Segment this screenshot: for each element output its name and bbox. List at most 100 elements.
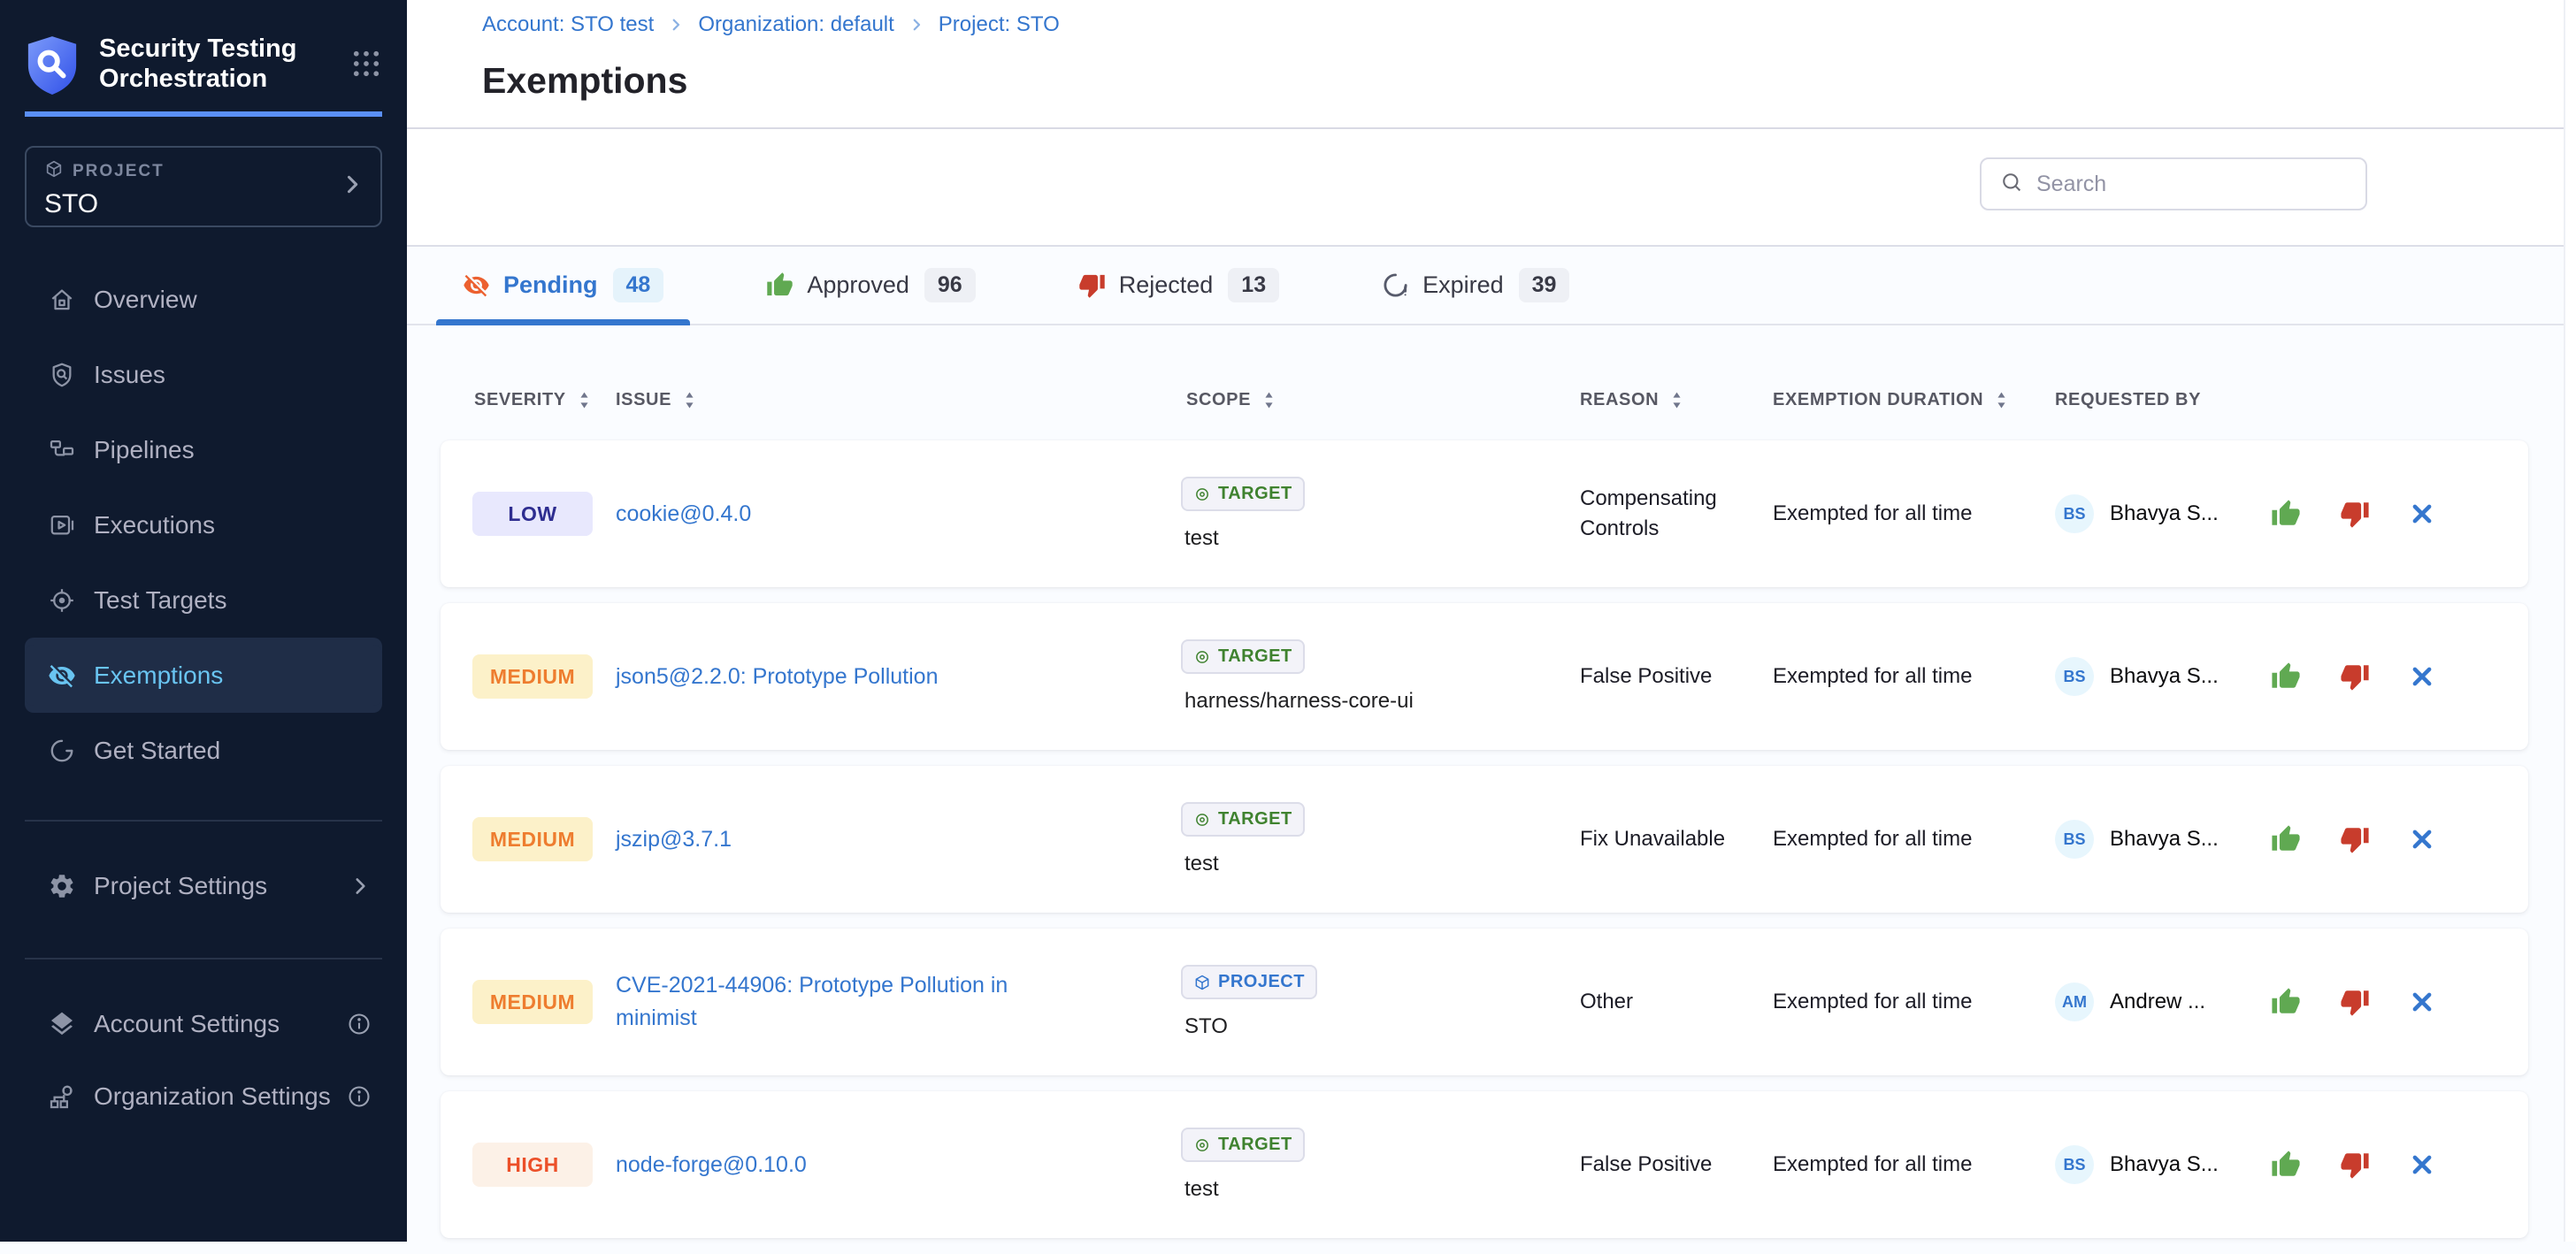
- sidebar-item-issues[interactable]: Issues: [25, 337, 382, 412]
- column-header-scope[interactable]: SCOPE: [1186, 390, 1580, 410]
- reject-button[interactable]: [2340, 824, 2370, 854]
- target-scope-icon: [1193, 811, 1211, 829]
- issue-cell: json5@2.2.0: Prototype Pollution: [616, 661, 1186, 693]
- severity-cell: HIGH: [441, 1143, 616, 1187]
- column-header-exemption-duration[interactable]: EXEMPTION DURATION: [1773, 390, 2055, 410]
- sort-icon[interactable]: [579, 390, 590, 410]
- column-header-issue[interactable]: ISSUE: [616, 390, 1186, 410]
- reject-button[interactable]: [2340, 499, 2370, 529]
- tab-count-badge: 39: [1519, 268, 1570, 302]
- duration-cell: Exempted for all time: [1773, 501, 2055, 526]
- scope-name: STO: [1181, 1014, 1228, 1039]
- cube-icon: [1193, 974, 1211, 991]
- scope-name: test: [1181, 852, 1219, 876]
- sidebar-item-overview[interactable]: Overview: [25, 262, 382, 337]
- project-selector-name: STO: [44, 189, 363, 219]
- approve-button[interactable]: [2271, 499, 2301, 529]
- issue-link[interactable]: jszip@3.7.1: [616, 823, 732, 856]
- approve-button[interactable]: [2271, 987, 2301, 1017]
- cancel-button[interactable]: [2409, 501, 2435, 527]
- severity-cell: MEDIUM: [441, 654, 616, 699]
- requested-by-cell: BSBhavya S...: [2055, 657, 2250, 696]
- sort-icon[interactable]: [1263, 390, 1275, 410]
- sidebar-item-get-started[interactable]: Get Started: [25, 713, 382, 788]
- eye-off-icon: [463, 271, 490, 299]
- sort-icon[interactable]: [1996, 390, 2007, 410]
- requester-name: Bhavya S...: [2110, 1152, 2219, 1177]
- scrollbar-track[interactable]: [2564, 0, 2576, 1242]
- sidebar-item-organization-settings[interactable]: Organization Settings: [25, 1060, 382, 1133]
- exemption-row[interactable]: MEDIUMjson5@2.2.0: Prototype PollutionTA…: [441, 603, 2528, 750]
- scope-name: test: [1181, 1177, 1219, 1202]
- sidebar-item-executions[interactable]: Executions: [25, 487, 382, 562]
- exemption-row[interactable]: MEDIUMjszip@3.7.1TARGETtestFix Unavailab…: [441, 766, 2528, 913]
- exemption-row[interactable]: HIGHnode-forge@0.10.0TARGETtestFalse Pos…: [441, 1091, 2528, 1238]
- cancel-button[interactable]: [2409, 1151, 2435, 1178]
- breadcrumb-link[interactable]: Organization: default: [698, 12, 893, 37]
- tab-label: Pending: [503, 271, 598, 299]
- sidebar-item-label: Test Targets: [94, 586, 226, 615]
- tab-count-badge: 13: [1228, 268, 1279, 302]
- column-header-requested-by: REQUESTED BY: [2055, 390, 2250, 410]
- breadcrumb-link[interactable]: Project: STO: [939, 12, 1060, 37]
- sidebar-item-test-targets[interactable]: Test Targets: [25, 562, 382, 638]
- scope-name: harness/harness-core-ui: [1181, 689, 1414, 714]
- tab-label: Expired: [1422, 271, 1504, 299]
- column-header-reason[interactable]: REASON: [1580, 390, 1773, 410]
- project-cube-icon: [44, 159, 64, 183]
- approve-button[interactable]: [2271, 824, 2301, 854]
- app-grid-icon[interactable]: [350, 48, 382, 84]
- issue-link[interactable]: cookie@0.4.0: [616, 498, 751, 531]
- reject-button[interactable]: [2340, 661, 2370, 692]
- eye-off-icon: [48, 661, 76, 690]
- column-header-severity[interactable]: SEVERITY: [441, 390, 616, 410]
- reject-button[interactable]: [2340, 1150, 2370, 1180]
- search-input[interactable]: [2036, 172, 2328, 197]
- sidebar-item-exemptions[interactable]: Exemptions: [25, 638, 382, 713]
- sidebar-item-project-settings[interactable]: Project Settings: [25, 850, 382, 922]
- reject-button[interactable]: [2340, 987, 2370, 1017]
- requester-name: Bhavya S...: [2110, 827, 2219, 852]
- cancel-button[interactable]: [2409, 663, 2435, 690]
- info-icon: [347, 1012, 372, 1036]
- issue-link[interactable]: CVE-2021-44906: Prototype Pollution in m…: [616, 969, 1076, 1035]
- issue-link[interactable]: json5@2.2.0: Prototype Pollution: [616, 661, 939, 693]
- home-icon: [48, 286, 76, 314]
- project-selector-label: PROJECT: [73, 162, 165, 181]
- exemption-row[interactable]: LOWcookie@0.4.0TARGETtestCompensating Co…: [441, 440, 2528, 587]
- exemption-row[interactable]: MEDIUMCVE-2021-44906: Prototype Pollutio…: [441, 929, 2528, 1075]
- breadcrumb-separator-icon: [908, 17, 924, 33]
- tab-rejected[interactable]: Rejected 13: [1052, 247, 1306, 324]
- cancel-button[interactable]: [2409, 826, 2435, 853]
- cancel-button[interactable]: [2409, 989, 2435, 1015]
- row-actions: [2250, 661, 2528, 692]
- sidebar: Security Testing Orchestration PROJECT S…: [0, 0, 407, 1242]
- sort-icon[interactable]: [684, 390, 695, 410]
- project-selector-chevron-icon[interactable]: [340, 172, 364, 202]
- reason-cell: Fix Unavailable: [1580, 824, 1757, 854]
- issue-cell: jszip@3.7.1: [616, 823, 1186, 856]
- scope-type-badge: TARGET: [1181, 477, 1305, 511]
- tab-label: Rejected: [1119, 271, 1214, 299]
- crosshair-icon: [48, 586, 76, 615]
- sidebar-item-account-settings[interactable]: Account Settings: [25, 988, 382, 1060]
- tab-pending[interactable]: Pending48: [436, 247, 690, 324]
- project-selector[interactable]: PROJECT STO: [25, 146, 382, 227]
- breadcrumb-link[interactable]: Account: STO test: [482, 12, 654, 37]
- tab-approved[interactable]: Approved96: [740, 247, 1001, 324]
- approve-button[interactable]: [2271, 1150, 2301, 1180]
- issue-link[interactable]: node-forge@0.10.0: [616, 1149, 807, 1181]
- sidebar-item-pipelines[interactable]: Pipelines: [25, 412, 382, 487]
- approve-button[interactable]: [2271, 661, 2301, 692]
- tab-expired[interactable]: Expired 39: [1355, 247, 1596, 324]
- scope-type-badge: PROJECT: [1181, 965, 1317, 999]
- severity-badge: HIGH: [472, 1143, 593, 1187]
- row-actions: [2250, 987, 2528, 1017]
- reason-cell: False Positive: [1580, 1150, 1757, 1180]
- scope-cell: TARGETtest: [1181, 802, 1580, 876]
- sort-icon[interactable]: [1671, 390, 1683, 410]
- tab-count-badge: 96: [924, 268, 976, 302]
- sidebar-item-label: Get Started: [94, 737, 220, 765]
- row-actions: [2250, 1150, 2528, 1180]
- row-actions: [2250, 499, 2528, 529]
